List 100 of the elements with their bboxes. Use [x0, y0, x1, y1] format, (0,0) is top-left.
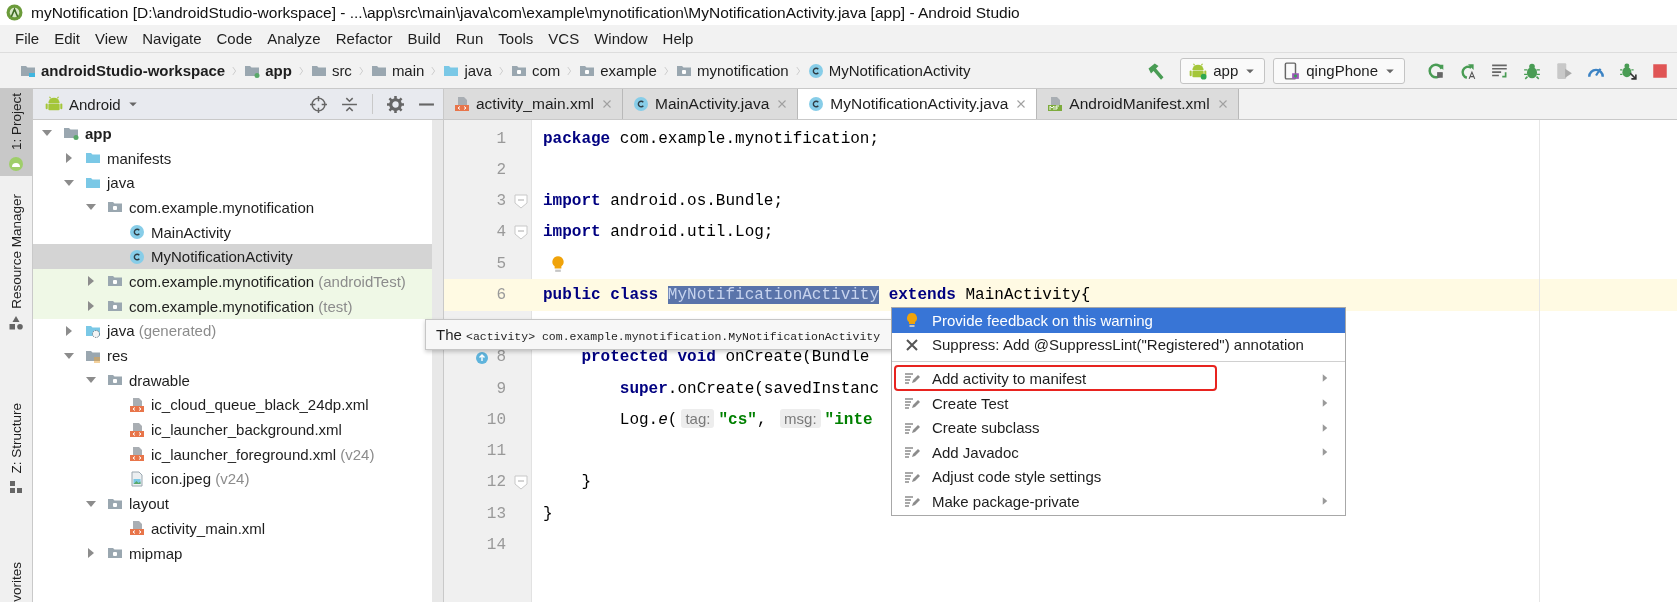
- breadcrumb-item[interactable]: MyNotificationActivity: [806, 62, 972, 79]
- menu-item[interactable]: Suppress: Add @SuppressLint("Registered") annotation: [892, 332, 1345, 358]
- menu-item[interactable]: VCS: [542, 27, 587, 50]
- class-icon: [129, 248, 145, 265]
- bug-icon[interactable]: [1523, 61, 1541, 80]
- android-icon: [45, 95, 63, 113]
- menu-item[interactable]: Add activity to manifest: [892, 366, 1345, 391]
- menu-item[interactable]: File: [9, 27, 47, 50]
- menu-item[interactable]: Analyze: [261, 27, 328, 50]
- line-number: 9: [496, 379, 506, 398]
- menu-item[interactable]: Create subclass: [892, 415, 1345, 440]
- crosshair-icon[interactable]: [310, 95, 327, 113]
- close-icon: [904, 336, 920, 353]
- menu-item[interactable]: Build: [401, 27, 448, 50]
- tree-item[interactable]: res: [107, 347, 128, 365]
- tool-window-tab[interactable]: Z: Structure: [0, 398, 32, 500]
- code-line: }: [543, 504, 553, 523]
- menu-item[interactable]: Make package-private: [892, 489, 1345, 514]
- line-number: 14: [486, 535, 506, 554]
- phone-icon: [1282, 61, 1301, 80]
- intention-icon: [904, 395, 920, 412]
- editor-tab[interactable]: MainActivity.java: [623, 89, 799, 119]
- collapse-all-icon[interactable]: [341, 95, 358, 113]
- class-icon: [129, 224, 145, 241]
- code-line: import android.os.Bundle;: [543, 192, 784, 211]
- tree-item[interactable]: icon.jpeg (v24): [151, 470, 250, 488]
- menu-item[interactable]: View: [89, 27, 135, 50]
- menu-item[interactable]: Code: [210, 27, 260, 50]
- tree-item[interactable]: java: [107, 174, 135, 192]
- line-number: 6: [496, 285, 506, 304]
- line-number: 12: [486, 473, 506, 492]
- module-folder-icon: [63, 125, 79, 142]
- tooltip-text: The <activity> com.example.mynotification.MyNotificationActivity: [436, 326, 881, 343]
- tree-item[interactable]: activity_main.xml: [151, 519, 266, 537]
- breadcrumb-item[interactable]: com: [509, 62, 562, 79]
- tree-item[interactable]: java (generated): [107, 322, 217, 340]
- tree-item[interactable]: layout: [129, 495, 170, 513]
- editor-tab[interactable]: activity_main.xml: [444, 89, 623, 119]
- fold-marker-icon[interactable]: [513, 474, 529, 491]
- intention-icon: [904, 444, 920, 461]
- rerun-icon[interactable]: [1427, 61, 1445, 80]
- class-icon: [808, 96, 825, 112]
- breadcrumb-item[interactable]: mynotification: [674, 62, 790, 79]
- tree-item[interactable]: manifests: [107, 149, 172, 167]
- breadcrumb-item[interactable]: main: [369, 62, 426, 79]
- shapes-icon: [8, 314, 24, 331]
- menu-item[interactable]: Edit: [48, 27, 88, 50]
- view-selector[interactable]: Android: [45, 95, 139, 113]
- code-line: import android.util.Log;: [543, 223, 774, 242]
- breadcrumb-item[interactable]: androidStudio-workspace: [19, 62, 227, 79]
- tree-item[interactable]: drawable: [129, 371, 190, 389]
- tree-item[interactable]: ic_launcher_foreground.xml (v24): [151, 445, 375, 463]
- image-file-icon: [129, 470, 145, 487]
- tree-item[interactable]: MainActivity: [151, 223, 232, 241]
- menu-item[interactable]: Navigate: [136, 27, 209, 50]
- device-dropdown[interactable]: qingPhone: [1273, 57, 1405, 84]
- android-head-icon: [8, 156, 24, 173]
- tree-item[interactable]: ic_cloud_queue_black_24dp.xml: [151, 396, 369, 414]
- menu-item[interactable]: Provide feedback on this warning: [892, 308, 1345, 333]
- menu-item[interactable]: Tools: [492, 27, 541, 50]
- device-play-icon[interactable]: [1555, 61, 1573, 80]
- app-logo-icon: [6, 4, 23, 21]
- tool-window-tab[interactable]: vorites: [0, 558, 32, 602]
- breadcrumb-item[interactable]: src: [309, 62, 353, 79]
- settings-icon[interactable]: [387, 95, 404, 113]
- tree-item[interactable]: app: [85, 124, 112, 142]
- line-number: 8: [496, 348, 506, 367]
- xml-file-icon: [454, 96, 470, 112]
- menu-item[interactable]: Adjust code style settings: [892, 464, 1345, 490]
- bug-arrow-icon[interactable]: [1619, 61, 1637, 80]
- override-icon[interactable]: [474, 349, 490, 366]
- apply-changes-icon[interactable]: [1459, 61, 1477, 80]
- menu-item[interactable]: Refactor: [329, 27, 400, 50]
- intention-icon: [904, 370, 920, 387]
- breadcrumb-item[interactable]: java: [442, 62, 493, 79]
- menu-item[interactable]: Run: [449, 27, 491, 50]
- menu-item[interactable]: Create Test: [892, 390, 1345, 416]
- tool-window-tab[interactable]: 1: Project: [0, 89, 32, 177]
- code-line: protected void onCreate(Bundle: [580, 348, 870, 367]
- tree-item[interactable]: com.example.mynotification: [129, 198, 315, 216]
- stop-icon[interactable]: [1651, 61, 1669, 80]
- intention-icon: [904, 493, 920, 510]
- menu-item[interactable]: Help: [656, 27, 701, 50]
- tree-item[interactable]: ic_launcher_background.xml: [151, 421, 342, 439]
- editor-tab[interactable]: AndroidManifest.xml: [1037, 89, 1239, 119]
- menu-item[interactable]: Window: [588, 27, 655, 50]
- fold-marker-icon[interactable]: [513, 193, 529, 210]
- breadcrumb-item[interactable]: app: [243, 62, 293, 79]
- breadcrumb-item[interactable]: example: [578, 62, 658, 79]
- tool-window-tab[interactable]: Resource Manager: [0, 190, 32, 335]
- lightbulb-icon[interactable]: [549, 254, 567, 273]
- fold-marker-icon[interactable]: [513, 224, 529, 241]
- xml-file-icon: [129, 421, 145, 438]
- run-configuration-dropdown[interactable]: app: [1180, 57, 1266, 84]
- xml-file-icon: [129, 446, 145, 463]
- line-number: 2: [496, 160, 506, 179]
- editor-tab[interactable]: MyNotificationActivity.java: [798, 89, 1038, 119]
- line-number: 5: [496, 254, 506, 273]
- menu-item[interactable]: Add Javadoc: [892, 439, 1345, 465]
- tree-item[interactable]: mipmap: [129, 544, 183, 562]
